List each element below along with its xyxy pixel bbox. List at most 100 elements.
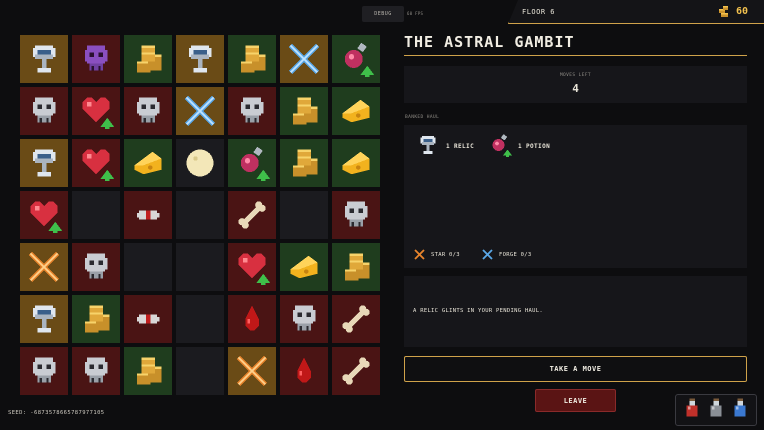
forge-x-icon [482, 249, 493, 260]
star-progress-label: STAR 0/3 [431, 251, 460, 258]
message-text: A RELIC GLINTS IN YOUR PENDING HAUL. [413, 308, 544, 314]
moves-label: MOVES LEFT [559, 73, 592, 78]
board-cell[interactable] [332, 243, 380, 291]
board-cell[interactable] [176, 243, 224, 291]
skull-icon [84, 253, 108, 279]
potion-icon [344, 42, 374, 77]
moon-icon [186, 149, 214, 177]
board-cell[interactable] [124, 87, 172, 135]
moves-value: 4 [572, 82, 579, 95]
blood-drop-icon [297, 357, 311, 383]
haul-item-label: 1 POTION [518, 142, 551, 150]
skull-icon [136, 97, 160, 123]
chalice-icon [32, 149, 56, 177]
coins-icon [240, 45, 266, 73]
board-cell[interactable] [332, 35, 380, 83]
heart-icon [238, 253, 270, 285]
board-cell[interactable] [72, 35, 120, 83]
board-cell[interactable] [20, 87, 68, 135]
board-cell[interactable] [124, 347, 172, 395]
board-cell[interactable] [176, 295, 224, 343]
board-cell[interactable] [176, 87, 224, 135]
board-cell[interactable] [228, 35, 276, 83]
chalice-icon [188, 45, 212, 73]
chalice-icon [32, 45, 56, 73]
haul-item-label: 1 RELIC [446, 142, 475, 150]
coins-icon [344, 253, 370, 281]
board-cell[interactable] [228, 295, 276, 343]
heart-icon [82, 149, 114, 181]
skull-icon [292, 305, 316, 331]
board-cell[interactable] [72, 87, 120, 135]
floor-label: FLOOR 6 [522, 8, 556, 16]
chalice-icon [416, 133, 440, 159]
board-cell[interactable] [280, 191, 328, 239]
skull-icon [84, 357, 108, 383]
board-cell[interactable] [20, 139, 68, 187]
board-cell[interactable] [332, 191, 380, 239]
gray-potion-icon[interactable] [707, 397, 725, 423]
take-move-button[interactable]: TAKE A MOVE [404, 356, 747, 382]
eye-icon [136, 314, 160, 324]
board-cell[interactable] [228, 347, 276, 395]
board-cell[interactable] [280, 243, 328, 291]
board-cell[interactable] [332, 347, 380, 395]
board-cell[interactable] [280, 295, 328, 343]
board-cell[interactable] [332, 295, 380, 343]
board-cell[interactable] [176, 35, 224, 83]
board-cell[interactable] [332, 87, 380, 135]
board-cell[interactable] [124, 191, 172, 239]
bone-icon [238, 201, 266, 229]
board-cell[interactable] [72, 191, 120, 239]
board-cell[interactable] [20, 295, 68, 343]
forge-progress: FORGE 0/3 [482, 249, 532, 260]
board-cell[interactable] [228, 243, 276, 291]
board-cell[interactable] [280, 139, 328, 187]
coins-icon [136, 45, 162, 73]
bone-icon [342, 305, 370, 333]
board-cell[interactable] [228, 87, 276, 135]
potion-icon [488, 133, 512, 159]
coins-icon [84, 305, 110, 333]
haul-item-potion: 1 POTION [488, 133, 550, 159]
potion-tray [675, 394, 757, 426]
chalice-icon [32, 305, 56, 333]
coins-icon [292, 97, 318, 125]
board-cell[interactable] [20, 243, 68, 291]
board-cell[interactable] [280, 35, 328, 83]
cheese-icon [342, 151, 370, 175]
board-cell[interactable] [124, 295, 172, 343]
board-cell[interactable] [124, 139, 172, 187]
board-cell[interactable] [228, 139, 276, 187]
board-cell[interactable] [72, 139, 120, 187]
blue-potion-icon[interactable] [731, 397, 749, 423]
haul-box: 1 RELIC 1 POTION STAR 0/3 FORGE 0/3 [404, 125, 747, 268]
blood-drop-icon [245, 305, 259, 331]
seed-label: SEED: -6873578665787977105 [8, 410, 105, 416]
leave-button[interactable]: LEAVE [535, 389, 616, 412]
board-cell[interactable] [72, 243, 120, 291]
haul-label: BANKED HAUL [405, 115, 440, 120]
board-cell[interactable] [280, 347, 328, 395]
board-cell[interactable] [72, 347, 120, 395]
board-cell[interactable] [20, 191, 68, 239]
star-progress: STAR 0/3 [414, 249, 460, 260]
board-cell[interactable] [176, 191, 224, 239]
board-cell[interactable] [228, 191, 276, 239]
board-cell[interactable] [332, 139, 380, 187]
board-cell[interactable] [20, 35, 68, 83]
board-cell[interactable] [176, 139, 224, 187]
board-cell[interactable] [176, 347, 224, 395]
board-cell[interactable] [280, 87, 328, 135]
board-cell[interactable] [124, 35, 172, 83]
eye-icon [136, 210, 160, 220]
haul-item-relic: 1 RELIC [416, 133, 474, 159]
board-cell[interactable] [20, 347, 68, 395]
board-cell[interactable] [124, 243, 172, 291]
red-potion-icon[interactable] [683, 397, 701, 423]
coin-amount: 60 [736, 6, 749, 17]
board-cell[interactable] [72, 295, 120, 343]
skull-icon [32, 97, 56, 123]
debug-toggle[interactable]: DEBUG [362, 6, 404, 22]
forge-x-icon [288, 43, 320, 75]
